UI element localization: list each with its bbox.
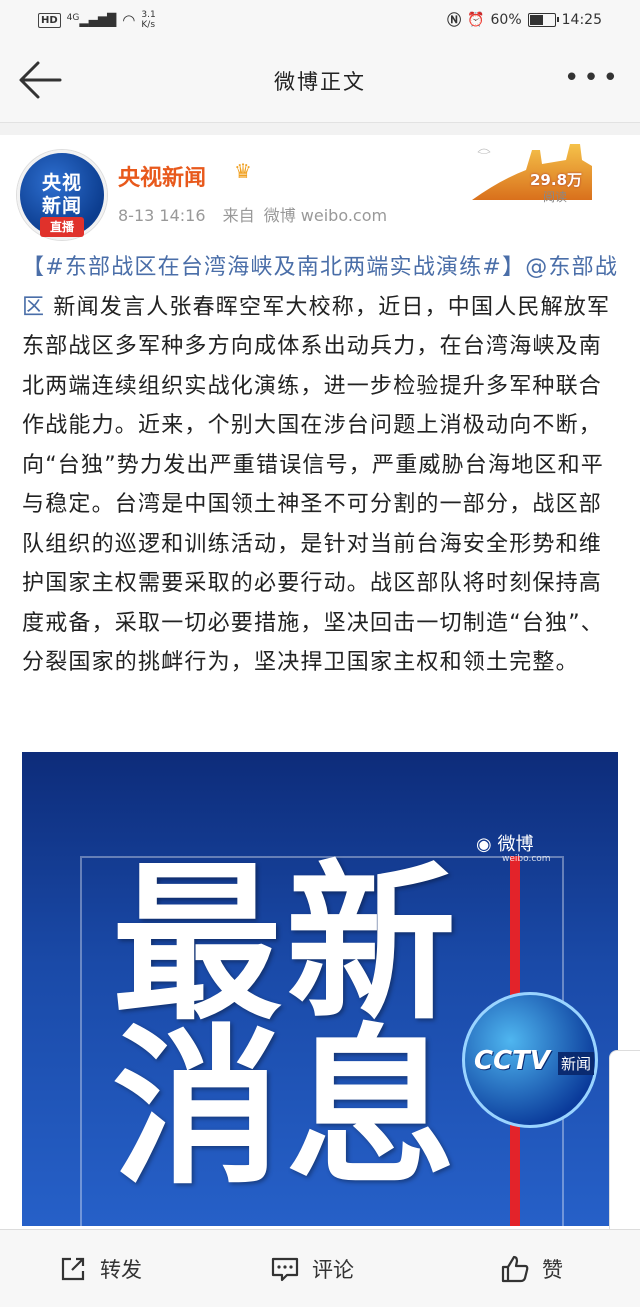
avatar[interactable]: 央视 新闻 直播 <box>17 150 107 240</box>
status-left: HD 4G▂▄▆█ ◠ 3.1 K/s <box>38 10 156 30</box>
watermark-url: weibo.com <box>502 854 551 864</box>
cctv-news-label: 新闻 <box>558 1052 595 1075</box>
post-time: 8-13 14:16 <box>118 206 206 225</box>
read-count: 29.8万 <box>530 171 583 189</box>
image-headline-1: 最新 <box>112 846 461 1044</box>
image-headline-2: 消息 <box>112 1010 461 1208</box>
action-bar: 转发 评论 赞 <box>0 1229 640 1307</box>
separator <box>0 123 640 135</box>
author-name[interactable]: 央视新闻 <box>118 160 206 192</box>
status-bar: HD 4G▂▄▆█ ◠ 3.1 K/s Ⓝ ⏰ 60% 14:25 <box>0 0 640 40</box>
status-right: Ⓝ ⏰ 60% 14:25 <box>447 10 602 30</box>
battery-icon <box>527 13 559 27</box>
like-label: 赞 <box>542 1258 563 1282</box>
read-label: 阅读 <box>543 190 568 204</box>
avatar-text-2: 新闻 <box>41 195 82 217</box>
post-body: 【#东部战区在台湾海峡及南北两端实战演练#】@东部战区 新闻发言人张春晖空军大校… <box>22 248 620 683</box>
clock: 14:25 <box>561 12 602 28</box>
post-meta: 8-13 14:16 来自 微博 weibo.com <box>118 202 399 226</box>
post-image[interactable]: ◉ 微博 weibo.com 最新 消息 CCTV 新闻 <box>22 752 618 1226</box>
repost-label: 转发 <box>100 1258 142 1282</box>
nfc-icon: Ⓝ <box>447 13 462 29</box>
comment-label: 评论 <box>312 1258 354 1282</box>
side-drawer-handle[interactable] <box>609 1050 640 1256</box>
vip-crown-icon: ♛ <box>234 159 252 183</box>
wifi-icon: ◠ <box>122 11 136 29</box>
cctv-logo: CCTV <box>474 1046 551 1076</box>
page-title: 微博正文 <box>274 70 366 94</box>
battery-percent: 60% <box>490 12 522 28</box>
post-body-text: 新闻发言人张春晖空军大校称，近日，中国人民解放军东部战区多军种多方向成体系出动兵… <box>22 294 611 676</box>
like-button[interactable]: 赞 <box>500 1254 563 1284</box>
hd-badge: HD <box>38 12 61 28</box>
signal-icon: 4G▂▄▆█ <box>66 13 117 27</box>
weibo-watermark: ◉ 微博 weibo.com <box>476 830 551 864</box>
net-speed: 3.1 K/s <box>141 10 156 30</box>
weibo-eye-icon: ◉ <box>476 834 492 855</box>
post-source: 微博 weibo.com <box>263 206 388 225</box>
live-badge: 直播 <box>40 217 84 237</box>
alarm-icon: ⏰ <box>467 12 485 28</box>
source-prefix: 来自 <box>222 206 255 225</box>
repost-button[interactable]: 转发 <box>58 1254 142 1284</box>
comment-button[interactable]: 评论 <box>270 1254 354 1284</box>
repost-icon <box>61 1257 85 1281</box>
thumbs-up-icon <box>501 1255 529 1283</box>
nav-bar: 微博正文 ••• <box>0 40 640 123</box>
topic-link[interactable]: 【#东部战区在台湾海峡及南北两端实战演练#】 <box>22 255 525 280</box>
watermark-text: 微博 <box>497 834 534 855</box>
more-button[interactable]: ••• <box>564 65 622 91</box>
comment-icon <box>271 1257 299 1282</box>
